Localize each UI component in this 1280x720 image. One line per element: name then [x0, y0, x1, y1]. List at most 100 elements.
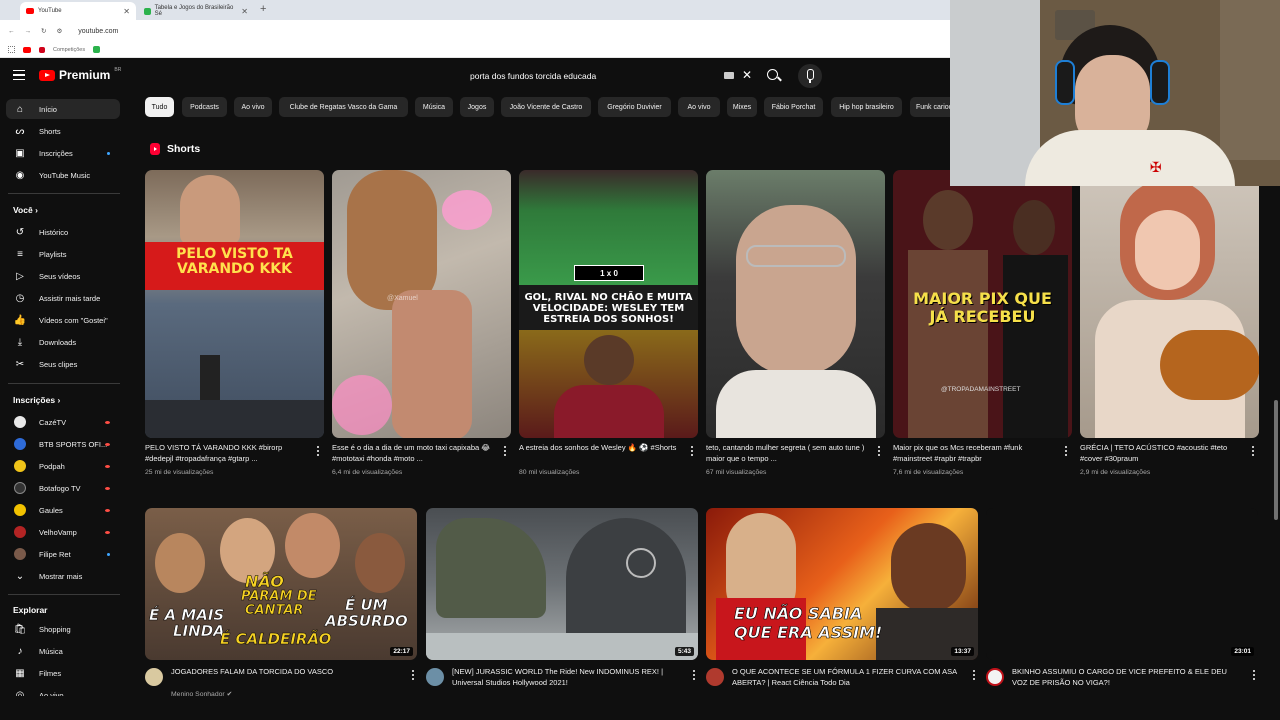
close-tab-icon[interactable]: ✕: [241, 7, 248, 16]
subscriptions-heading[interactable]: Inscrições ›: [13, 395, 60, 405]
tab-youtube[interactable]: YouTube ✕: [20, 2, 136, 20]
video-title[interactable]: JOGADORES FALAM DA TORCIDA DO VASCO: [171, 667, 403, 678]
short-title[interactable]: teto, cantando mulher segreta ( sem auto…: [706, 443, 866, 465]
video-thumbnail[interactable]: É A MAIS LINDA NÃO PARAM DE CANTAR É UM …: [145, 508, 417, 660]
chip-ao-vivo-2[interactable]: Ao vivo: [678, 97, 720, 117]
more-options-icon[interactable]: [973, 670, 976, 682]
more-options-icon[interactable]: [317, 446, 320, 456]
short-thumbnail[interactable]: MAIOR PIX QUE JÁ RECEBEU @TROPADAMAINSTR…: [893, 170, 1072, 438]
sidebar-channel-podpah[interactable]: Podpah: [6, 456, 120, 476]
bookmark-competicoes[interactable]: Competições: [53, 47, 85, 53]
video-card[interactable]: 5:43 [NEW] JURASSIC WORLD The Ride! New …: [426, 508, 698, 687]
short-card[interactable]: PELO VISTO TA VARANDO KKK PELO VISTO TÁ …: [145, 170, 324, 476]
short-card[interactable]: teto, cantando mulher segreta ( sem auto…: [706, 170, 885, 476]
show-more-button[interactable]: ⌄ Mostrar mais: [6, 566, 120, 586]
microphone-icon[interactable]: [798, 64, 822, 88]
site-info-icon[interactable]: ⚙: [56, 27, 62, 35]
video-thumbnail[interactable]: 5:43: [426, 508, 698, 660]
short-title[interactable]: A estreia dos sonhos de Wesley 🔥 ⚽ #Shor…: [519, 443, 679, 454]
chip-hip-hop[interactable]: Hip hop brasileiro: [831, 97, 902, 117]
keyboard-icon[interactable]: [724, 72, 734, 79]
sidebar-item-downloads[interactable]: ⤓ Downloads: [6, 332, 120, 352]
chip-podcasts[interactable]: Podcasts: [182, 97, 227, 117]
video-thumbnail[interactable]: EU NÃO SABIA QUE ERA ASSIM! 13:37: [706, 508, 978, 660]
sidebar-channel-btb[interactable]: BTB SPORTS OFI...: [6, 434, 120, 454]
sidebar-item-clipes[interactable]: ✂ Seus clipes: [6, 354, 120, 374]
sidebar-item-shopping[interactable]: 🛍 Shopping: [6, 619, 120, 639]
sidebar-item-assistir-mais-tarde[interactable]: ◷ Assistir mais tarde: [6, 288, 120, 308]
avatar[interactable]: [145, 668, 163, 686]
close-tab-icon[interactable]: ✕: [123, 7, 130, 16]
more-options-icon[interactable]: [878, 446, 881, 456]
avatar[interactable]: [426, 668, 444, 686]
clear-search-icon[interactable]: ✕: [742, 68, 752, 82]
more-options-icon[interactable]: [1065, 446, 1068, 456]
video-card[interactable]: EU NÃO SABIA QUE ERA ASSIM! 13:37 O QUE …: [706, 508, 978, 687]
more-options-icon[interactable]: [1252, 446, 1255, 456]
chip-funk[interactable]: Funk carioca: [910, 97, 950, 117]
more-options-icon[interactable]: [1253, 670, 1256, 682]
short-title[interactable]: Esse é o dia a dia de um moto taxi capix…: [332, 443, 492, 465]
more-options-icon[interactable]: [504, 446, 507, 456]
sidebar-item-seus-videos[interactable]: ▷ Seus vídeos: [6, 266, 120, 286]
short-title[interactable]: PELO VISTO TÁ VARANDO KKK #birorp #dedep…: [145, 443, 305, 465]
sidebar-channel-cazetv[interactable]: CazéTV: [6, 412, 120, 432]
chip-jogos[interactable]: Jogos: [460, 97, 494, 117]
short-thumbnail[interactable]: [1080, 170, 1259, 438]
sidebar-item-shorts[interactable]: ᔕ Shorts: [6, 121, 120, 141]
chip-vasco[interactable]: Clube de Regatas Vasco da Gama: [279, 97, 408, 117]
avatar[interactable]: [986, 668, 1004, 686]
short-thumbnail[interactable]: [706, 170, 885, 438]
sidebar-item-gostei[interactable]: 👍 Vídeos com "Gostei": [6, 310, 120, 330]
short-card[interactable]: @Xamuel Esse é o dia a dia de um moto ta…: [332, 170, 511, 476]
search-icon[interactable]: [764, 66, 784, 86]
short-title[interactable]: GRÉCIA | TETO ACÚSTICO #acoustic #teto #…: [1080, 443, 1240, 465]
short-card[interactable]: MAIOR PIX QUE JÁ RECEBEU @TROPADAMAINSTR…: [893, 170, 1072, 476]
sidebar-item-inscricoes[interactable]: ▣ Inscrições: [6, 143, 120, 163]
sidebar-item-youtube-music[interactable]: ◉ YouTube Music: [6, 165, 120, 185]
apps-icon[interactable]: [8, 46, 15, 53]
short-thumbnail[interactable]: 1 x 0 GOL, RIVAL NO CHÃO E MUITA VELOCID…: [519, 170, 698, 438]
sidebar-item-musica[interactable]: ♪ Música: [6, 641, 120, 661]
chip-gregorio[interactable]: Gregório Duvivier: [598, 97, 671, 117]
chip-tudo[interactable]: Tudo: [145, 97, 174, 117]
video-title[interactable]: O QUE ACONTECE SE UM FÓRMULA 1 FIZER CUR…: [732, 667, 964, 689]
bookmark-icon[interactable]: [39, 46, 45, 53]
search-input[interactable]: porta dos fundos torcida educada ✕: [460, 66, 760, 86]
sidebar-item-filmes[interactable]: ▦ Filmes: [6, 663, 120, 683]
video-title[interactable]: BKINHO ASSUMIU O CARGO DE VICE PREFEITO …: [1012, 667, 1244, 689]
short-card[interactable]: 1 x 0 GOL, RIVAL NO CHÃO E MUITA VELOCID…: [519, 170, 698, 476]
new-tab-icon[interactable]: +: [260, 3, 266, 15]
sidebar-channel-velhovamp[interactable]: VelhoVamp: [6, 522, 120, 542]
short-thumbnail[interactable]: @Xamuel: [332, 170, 511, 438]
video-card[interactable]: 23:01 BKINHO ASSUMIU O CARGO DE VICE PRE…: [986, 508, 1258, 687]
forward-icon[interactable]: →: [25, 28, 32, 35]
tab-tabela[interactable]: Tabela e Jogos do Brasileirão Sé ✕: [138, 2, 254, 20]
chip-ao-vivo[interactable]: Ao vivo: [234, 97, 272, 117]
sheets-bookmark-icon[interactable]: [93, 46, 101, 53]
sidebar-channel-gaules[interactable]: Gaules: [6, 500, 120, 520]
url-field[interactable]: youtube.com: [78, 28, 118, 35]
menu-icon[interactable]: [13, 70, 25, 80]
youtube-premium-logo[interactable]: Premium BR: [39, 67, 121, 82]
short-card[interactable]: GRÉCIA | TETO ACÚSTICO #acoustic #teto #…: [1080, 170, 1259, 476]
chip-fabio-porchat[interactable]: Fábio Porchat: [764, 97, 823, 117]
chip-joao-vicente[interactable]: João Vicente de Castro: [501, 97, 591, 117]
youtube-bookmark-icon[interactable]: [23, 46, 31, 53]
you-heading[interactable]: Você ›: [13, 205, 38, 215]
chip-musica[interactable]: Música: [415, 97, 453, 117]
sidebar-channel-botafogo[interactable]: Botafogo TV: [6, 478, 120, 498]
more-options-icon[interactable]: [693, 670, 696, 682]
reload-icon[interactable]: ↻: [41, 27, 46, 35]
sidebar-channel-filipe-ret[interactable]: Filipe Ret: [6, 544, 120, 564]
avatar[interactable]: [706, 668, 724, 686]
scrollbar[interactable]: [1274, 400, 1278, 520]
video-card[interactable]: É A MAIS LINDA NÃO PARAM DE CANTAR É UM …: [145, 508, 417, 698]
sidebar-item-inicio[interactable]: ⌂ Início: [6, 99, 120, 119]
video-title[interactable]: [NEW] JURASSIC WORLD The Ride! New INDOM…: [452, 667, 684, 689]
video-thumbnail[interactable]: 23:01: [986, 508, 1258, 660]
sidebar-item-historico[interactable]: ↺ Histórico: [6, 222, 120, 242]
short-thumbnail[interactable]: PELO VISTO TA VARANDO KKK: [145, 170, 324, 438]
back-icon[interactable]: ←: [8, 28, 15, 35]
chip-mixes[interactable]: Mixes: [727, 97, 757, 117]
